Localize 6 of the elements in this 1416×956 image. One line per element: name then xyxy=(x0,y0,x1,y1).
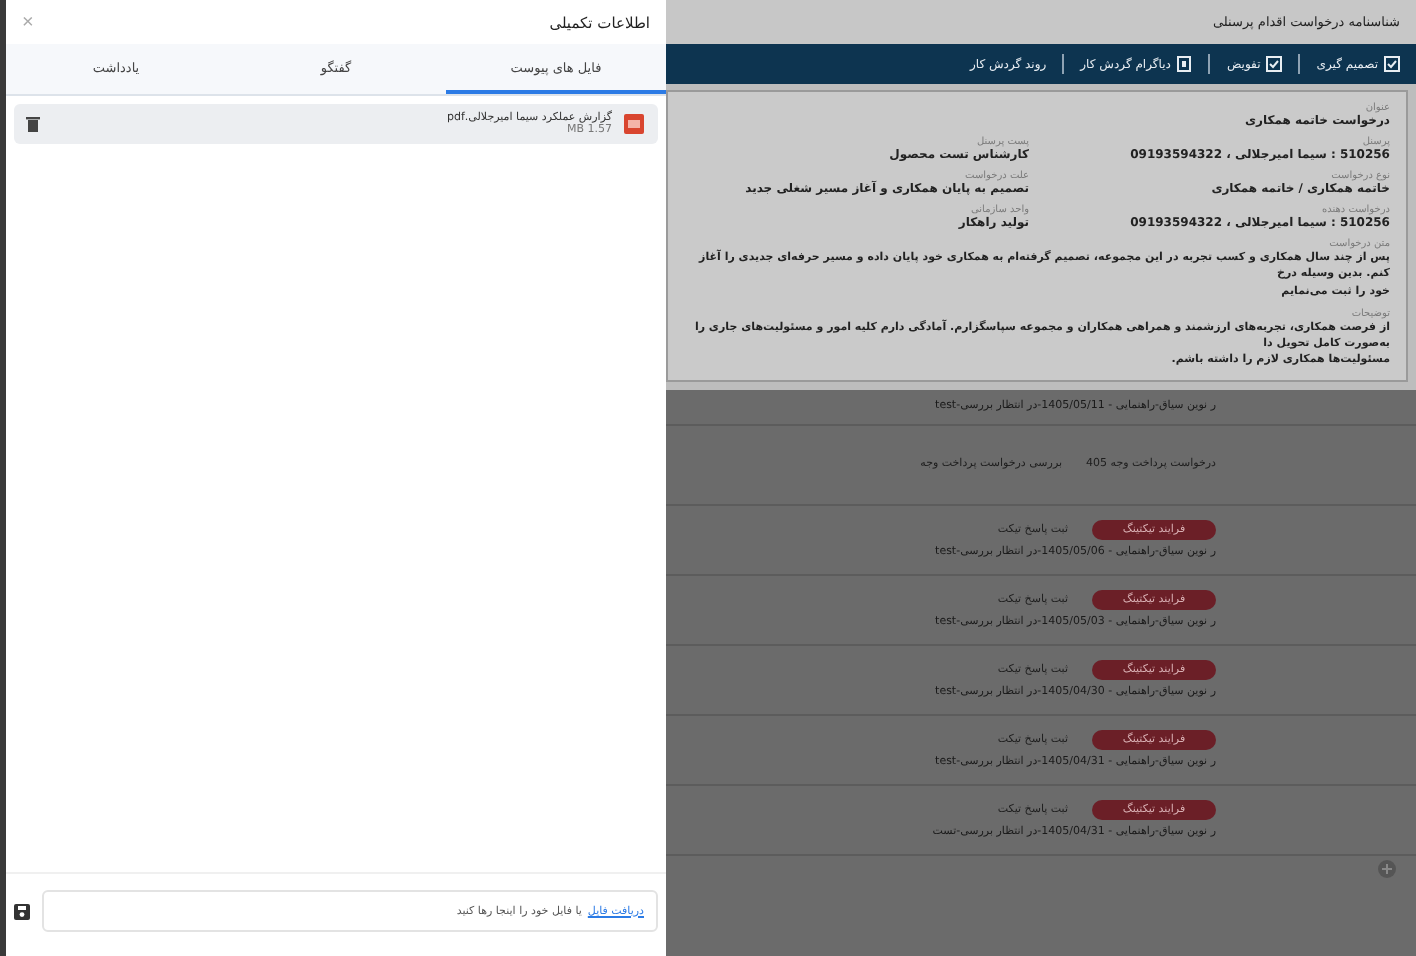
save-icon[interactable] xyxy=(14,903,30,919)
pdf-file-icon xyxy=(622,112,646,136)
checkbox-icon xyxy=(1384,56,1400,72)
document-icon xyxy=(1176,56,1193,72)
checkbox-icon xyxy=(1266,56,1283,72)
trash-icon[interactable] xyxy=(26,116,40,132)
